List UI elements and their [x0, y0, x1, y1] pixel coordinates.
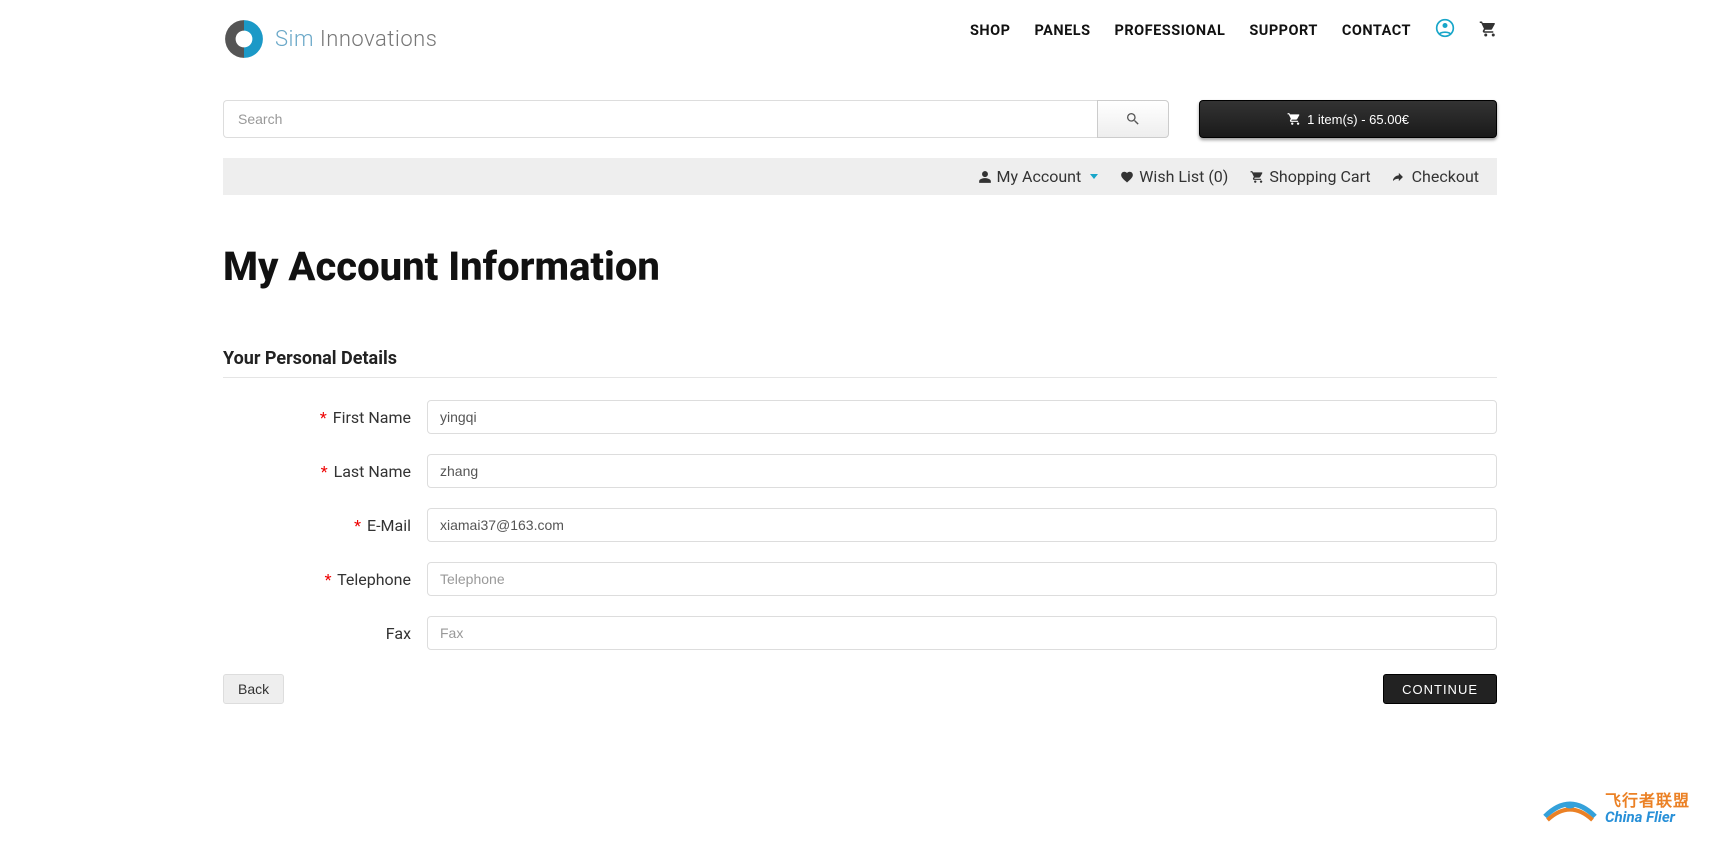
label-fax-text: Fax — [386, 624, 411, 643]
nav-contact[interactable]: CONTACT — [1342, 22, 1411, 39]
top-nav: SHOP PANELS PROFESSIONAL SUPPORT CONTACT — [970, 18, 1497, 43]
logo-icon — [223, 18, 265, 60]
row-telephone: * Telephone — [223, 562, 1497, 596]
nav-professional[interactable]: PROFESSIONAL — [1115, 22, 1226, 39]
label-last-name: * Last Name — [223, 462, 427, 481]
brand-logo[interactable]: Sim Innovations — [223, 18, 437, 60]
nav-panels[interactable]: PANELS — [1034, 22, 1090, 39]
brand-name-part2: Innovations — [314, 27, 437, 52]
cart-icon — [1250, 170, 1264, 184]
label-last-name-text: Last Name — [334, 462, 411, 481]
last-name-field[interactable] — [427, 454, 1497, 488]
nav-support[interactable]: SUPPORT — [1249, 22, 1318, 39]
required-marker: * — [325, 570, 332, 589]
watermark-icon — [1543, 789, 1597, 829]
section-title: Your Personal Details — [223, 348, 1497, 378]
label-email: * E-Mail — [223, 516, 427, 535]
checkout-link[interactable]: Checkout — [1393, 167, 1479, 186]
shopping-cart-link[interactable]: Shopping Cart — [1250, 167, 1370, 186]
personal-details-form: * First Name * Last Name * E-Mail * Tele… — [223, 400, 1497, 650]
watermark: 飞行者联盟 China Flier — [1543, 789, 1690, 829]
brand-name: Sim Innovations — [275, 27, 437, 52]
first-name-field[interactable] — [427, 400, 1497, 434]
search-input[interactable] — [223, 100, 1097, 138]
fax-field[interactable] — [427, 616, 1497, 650]
page-title: My Account Information — [223, 243, 1497, 290]
shopping-cart-label: Shopping Cart — [1269, 167, 1370, 186]
required-marker: * — [320, 408, 327, 427]
caret-down-icon — [1090, 174, 1098, 179]
row-last-name: * Last Name — [223, 454, 1497, 488]
wish-list-label: Wish List (0) — [1139, 167, 1228, 186]
watermark-zh: 飞行者联盟 — [1605, 793, 1690, 810]
checkout-label: Checkout — [1412, 167, 1479, 186]
row-fax: Fax — [223, 616, 1497, 650]
cart-icon[interactable] — [1479, 20, 1497, 42]
search-row: 1 item(s) - 65.00€ — [223, 100, 1497, 138]
required-marker: * — [354, 516, 361, 535]
cart-summary-text: 1 item(s) - 65.00€ — [1307, 112, 1409, 127]
telephone-field[interactable] — [427, 562, 1497, 596]
header: Sim Innovations SHOP PANELS PROFESSIONAL… — [223, 0, 1497, 60]
heart-icon — [1120, 170, 1134, 184]
search-button[interactable] — [1097, 100, 1169, 138]
search-icon — [1125, 111, 1141, 127]
label-telephone: * Telephone — [223, 570, 427, 589]
user-icon — [978, 170, 992, 184]
label-first-name: * First Name — [223, 408, 427, 427]
nav-shop[interactable]: SHOP — [970, 22, 1011, 39]
email-field[interactable] — [427, 508, 1497, 542]
back-button[interactable]: Back — [223, 674, 284, 704]
watermark-en: China Flier — [1605, 810, 1690, 826]
label-first-name-text: First Name — [333, 408, 411, 427]
my-account-dropdown[interactable]: My Account — [978, 167, 1099, 186]
label-telephone-text: Telephone — [337, 570, 411, 589]
share-icon — [1393, 170, 1407, 184]
brand-name-part1: Sim — [275, 27, 314, 52]
account-icon[interactable] — [1435, 18, 1455, 43]
cart-icon — [1287, 112, 1301, 126]
continue-button[interactable]: CONTINUE — [1383, 674, 1497, 704]
cart-summary-button[interactable]: 1 item(s) - 65.00€ — [1199, 100, 1497, 138]
row-first-name: * First Name — [223, 400, 1497, 434]
search-wrap — [223, 100, 1169, 138]
user-bar: My Account Wish List (0) Shopping Cart C… — [223, 158, 1497, 195]
my-account-label: My Account — [997, 167, 1082, 186]
label-email-text: E-Mail — [367, 516, 411, 535]
row-email: * E-Mail — [223, 508, 1497, 542]
required-marker: * — [321, 462, 328, 481]
label-fax: Fax — [223, 624, 427, 643]
form-actions: Back CONTINUE — [223, 674, 1497, 704]
wish-list-link[interactable]: Wish List (0) — [1120, 167, 1228, 186]
